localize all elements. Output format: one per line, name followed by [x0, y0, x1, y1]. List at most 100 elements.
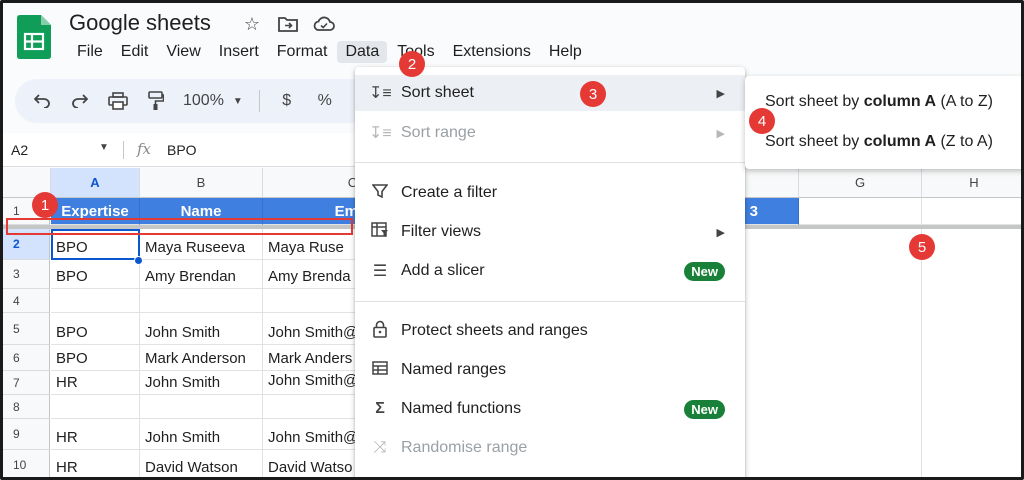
grid-cell[interactable]	[140, 395, 263, 419]
percent-format-button[interactable]: %	[314, 89, 336, 113]
submenu-arrow-icon: ▶	[716, 226, 725, 239]
menu-divider	[355, 301, 745, 302]
chevron-down-icon[interactable]: ▼	[99, 142, 109, 153]
menu-item-sort-range[interactable]: ↧≡ Sort range ▶	[355, 115, 745, 151]
menu-item-sort-sheet[interactable]: ↧≡ Sort sheet ▶	[355, 75, 745, 111]
menu-data[interactable]: Data	[337, 41, 388, 63]
new-badge: New	[684, 261, 725, 281]
grid-cell[interactable]	[922, 229, 1021, 477]
grid-cell[interactable]: Mark Anderson	[140, 345, 263, 371]
menu-item-named-functions[interactable]: Σ Named functions New	[355, 391, 745, 427]
slicer-icon: ☰	[372, 263, 388, 280]
row-header-6[interactable]: 6	[3, 345, 50, 371]
menu-file[interactable]: File	[69, 41, 111, 63]
grid-cell[interactable]: BPO	[51, 313, 140, 345]
sigma-icon: Σ	[375, 400, 385, 417]
grid-cell[interactable]	[51, 289, 140, 313]
column-header-h[interactable]: H	[922, 168, 1021, 198]
menu-item-label: Sort sheet	[401, 84, 474, 101]
annotation-badge-4: 4	[749, 108, 775, 134]
sort-z-to-a-item[interactable]: Sort sheet by column A (Z to A)	[765, 133, 993, 151]
grid-cell[interactable]	[799, 198, 922, 225]
menu-format[interactable]: Format	[269, 41, 336, 63]
grid-cell[interactable]: John Smith	[140, 371, 263, 395]
grid-cell[interactable]	[922, 198, 1021, 225]
zoom-select[interactable]: 100% ▼	[183, 89, 243, 113]
print-icon[interactable]	[107, 89, 129, 113]
annotation-badge-3: 3	[580, 81, 606, 107]
menu-item-label: Named ranges	[401, 361, 506, 378]
grid-cell[interactable]	[51, 395, 140, 419]
formula-input[interactable]: BPO	[167, 142, 197, 158]
redo-icon[interactable]	[69, 89, 91, 113]
row-header-7[interactable]: 7	[3, 371, 50, 395]
menu-item-add-slicer[interactable]: ☰ Add a slicer New	[355, 253, 745, 289]
submenu-text: Sort sheet by	[765, 93, 864, 110]
row-header-3[interactable]: 3	[3, 260, 50, 289]
column-header-a[interactable]: A	[51, 168, 140, 198]
column-header-b[interactable]: B	[140, 168, 263, 198]
paint-format-icon[interactable]	[145, 89, 167, 113]
grid-cell[interactable]: HR	[51, 371, 140, 395]
highlight-box	[6, 218, 353, 235]
menu-item-randomise-range[interactable]: ⤨ Randomise range	[355, 430, 745, 466]
sheets-logo-icon[interactable]	[17, 15, 51, 59]
submenu-column: column A	[863, 93, 937, 110]
undo-icon[interactable]	[31, 89, 53, 113]
app-frame: Google sheets ☆ File Edit View Insert Fo…	[0, 0, 1024, 480]
submenu-text: Sort sheet by	[765, 133, 864, 150]
grid-cell[interactable]: HR	[51, 419, 140, 450]
shuffle-icon: ⤨	[373, 439, 387, 456]
submenu-column: column A	[863, 133, 937, 150]
name-box[interactable]: A2	[11, 142, 28, 158]
zoom-value: 100%	[183, 92, 224, 109]
menu-item-filter-views[interactable]: Filter views ▶	[355, 214, 745, 250]
cloud-saved-icon[interactable]	[313, 13, 335, 35]
menu-view[interactable]: View	[158, 41, 208, 63]
filter-icon	[369, 183, 391, 204]
menu-item-label: Add a slicer	[401, 262, 485, 279]
star-icon[interactable]: ☆	[241, 13, 263, 35]
menu-item-label: Randomise range	[401, 439, 528, 456]
menu-help[interactable]: Help	[541, 41, 590, 63]
row-header-4[interactable]: 4	[3, 289, 50, 313]
currency-format-button[interactable]: $	[276, 89, 298, 113]
submenu-text: (Z to A)	[936, 133, 993, 150]
menu-item-label: Named functions	[401, 400, 522, 417]
grid-cell[interactable]: BPO	[51, 260, 140, 289]
row-header-10[interactable]: 10	[3, 450, 50, 477]
grid-cell[interactable]: BPO	[51, 345, 140, 371]
grid-cell[interactable]: John Smith	[140, 419, 263, 450]
toolbar-divider	[258, 90, 260, 112]
menu-item-named-ranges[interactable]: Named ranges	[355, 352, 745, 388]
grid-cell[interactable]: Amy Brendan	[140, 260, 263, 289]
menu-bar: File Edit View Insert Format Data Tools …	[69, 41, 592, 63]
menu-item-label: Filter views	[401, 223, 482, 240]
menu-item-protect-sheets[interactable]: Protect sheets and ranges	[355, 313, 745, 349]
grid-cell[interactable]: HR	[51, 450, 140, 477]
new-badge: New	[684, 399, 725, 419]
grid-cell[interactable]: John Smith	[140, 313, 263, 345]
grid-cell[interactable]: David Watson	[140, 450, 263, 477]
annotation-badge-2: 2	[399, 51, 425, 77]
document-title[interactable]: Google sheets	[69, 10, 211, 36]
menu-extensions[interactable]: Extensions	[445, 41, 539, 63]
menu-divider	[355, 162, 745, 163]
move-folder-icon[interactable]	[277, 13, 299, 35]
grid-cell[interactable]	[799, 229, 922, 477]
lock-icon	[369, 320, 391, 343]
row-header-8[interactable]: 8	[3, 395, 50, 419]
menu-item-label: Sort range	[401, 124, 476, 141]
menu-edit[interactable]: Edit	[113, 41, 157, 63]
menu-item-create-filter[interactable]: Create a filter	[355, 175, 745, 211]
submenu-arrow-icon: ▶	[716, 87, 725, 100]
row-header-5[interactable]: 5	[3, 313, 50, 345]
sort-a-to-z-item[interactable]: Sort sheet by column A (A to Z)	[765, 93, 993, 111]
annotation-badge-5: 5	[909, 234, 935, 260]
column-header-g[interactable]: G	[799, 168, 922, 198]
menu-insert[interactable]: Insert	[211, 41, 267, 63]
grid-cell[interactable]	[140, 289, 263, 313]
fill-handle[interactable]	[134, 256, 143, 265]
row-header-9[interactable]: 9	[3, 419, 50, 450]
submenu-arrow-icon: ▶	[716, 127, 725, 140]
